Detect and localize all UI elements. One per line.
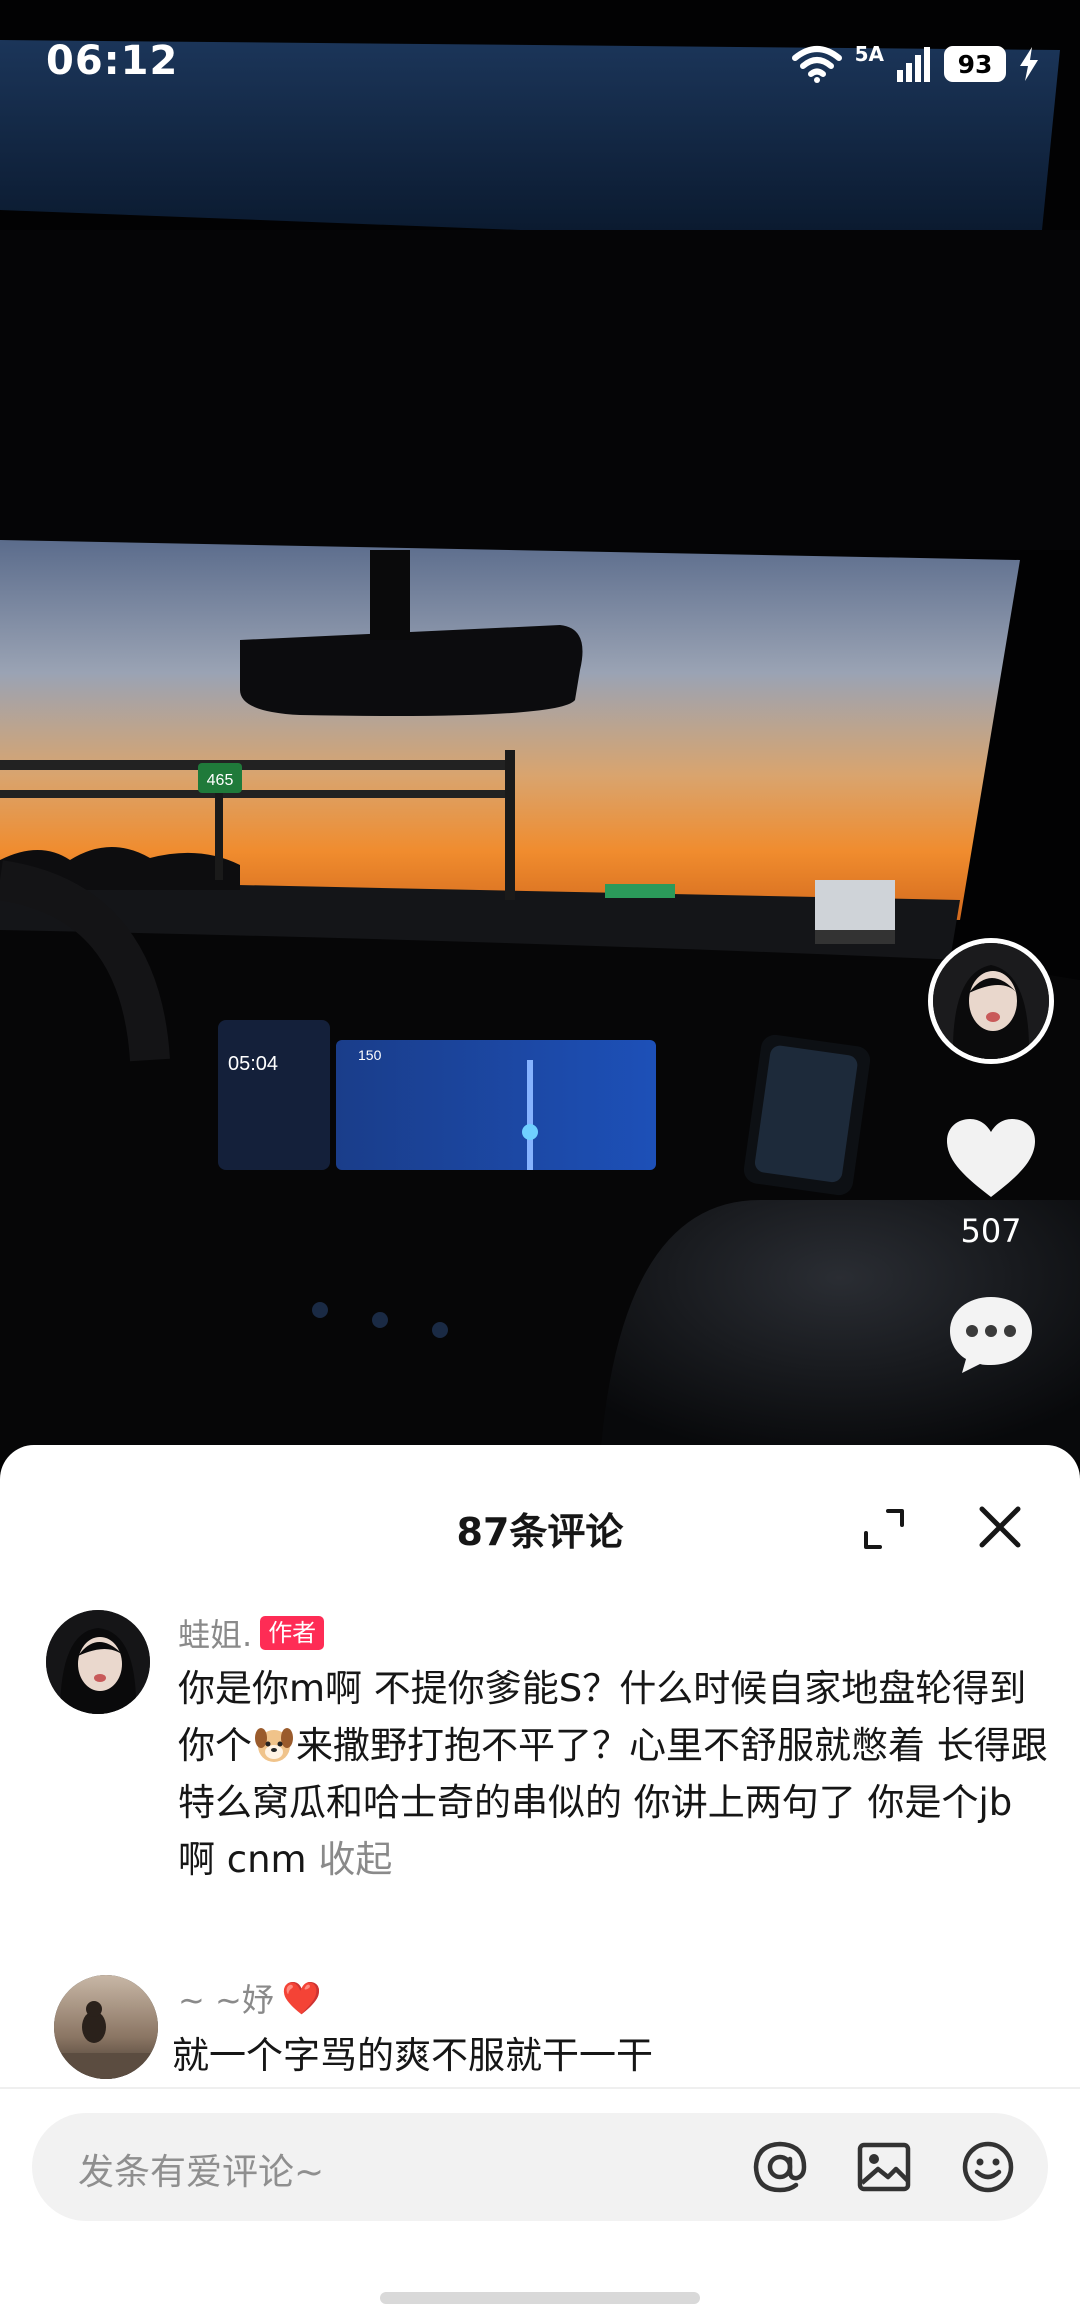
signal-icon	[897, 47, 930, 82]
input-divider	[0, 2087, 1080, 2089]
avatar-portrait	[46, 1610, 150, 1714]
at-icon[interactable]	[750, 2137, 810, 2197]
heart-emoji: ❤️	[281, 1979, 322, 2017]
comment-text-part: 来撒野打抱不平了？心里不舒服就憋着 长得跟特么窝瓜和哈士奇的串似的 你讲上两句了…	[178, 1724, 1048, 1881]
emoji-icon[interactable]	[958, 2137, 1018, 2197]
commenter-avatar[interactable]	[46, 1610, 150, 1714]
side-actions: 507	[926, 938, 1056, 1380]
comment-input-placeholder: 发条有爱评论~	[78, 2152, 325, 2193]
heart-icon	[947, 1119, 1035, 1197]
comment-input[interactable]: 发条有爱评论~	[32, 2113, 1048, 2221]
video-frame: 465 05:04 150	[0, 40, 1080, 1460]
comment-text: 就一个字骂的爽不服就干一干	[172, 2034, 653, 2077]
collapse-link[interactable]: 收起	[318, 1838, 392, 1881]
home-indicator[interactable]	[380, 2292, 700, 2304]
commenter-name[interactable]: ~ ~妤	[178, 1975, 274, 2021]
comments-title: 87条评论	[456, 1510, 624, 1554]
author-avatar[interactable]	[928, 938, 1054, 1064]
avatar-photo	[54, 1975, 158, 2079]
commenter-name[interactable]: 蛙姐.	[178, 1610, 252, 1656]
comment-bubble-icon	[950, 1297, 1032, 1373]
battery-indicator: 93	[944, 46, 1006, 82]
sheet-header: 87条评论	[0, 1445, 1080, 1605]
comment-author-line: 蛙姐. 作者	[178, 1610, 325, 1656]
charging-icon	[1020, 47, 1038, 81]
network-type: 5A	[854, 42, 884, 66]
image-icon[interactable]	[854, 2137, 914, 2197]
comment-author-line: ~ ~妤 ❤️	[178, 1975, 322, 2021]
close-icon[interactable]	[974, 1501, 1026, 1553]
status-time: 06:12	[46, 38, 179, 84]
video-player[interactable]: 465 05:04 150	[0, 0, 1080, 1460]
highway-sign-text: 465	[207, 772, 234, 789]
status-icons: 5A 93	[791, 42, 1040, 86]
like-button[interactable]	[941, 1114, 1041, 1204]
like-count: 507	[960, 1212, 1022, 1250]
commenter-avatar[interactable]	[54, 1975, 158, 2079]
author-tag: 作者	[260, 1615, 325, 1651]
avatar-portrait	[933, 943, 1049, 1059]
comment-text: 你是你m啊 不提你爹能S？什么时候自家地盘轮得到你个 来撒野打抱不平了？心里不舒服…	[178, 1660, 1048, 1888]
wifi-icon	[791, 46, 842, 83]
nav-distance-text: 150	[358, 1047, 382, 1063]
status-bar: 06:12 5A 93	[0, 0, 1080, 120]
comment-button[interactable]	[941, 1290, 1041, 1380]
dog-emoji-icon	[255, 1728, 293, 1762]
dash-clock-text: 05:04	[228, 1053, 278, 1075]
expand-icon[interactable]	[862, 1507, 906, 1551]
